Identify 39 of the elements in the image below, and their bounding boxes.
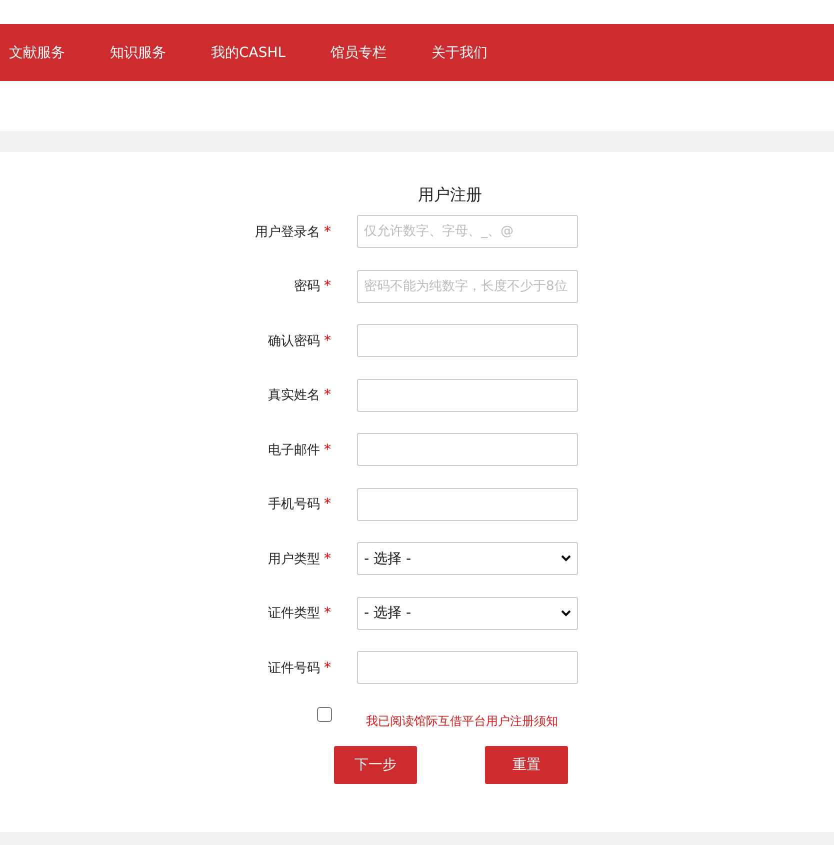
form-title: 用户注册 xyxy=(417,184,483,202)
input-field[interactable] xyxy=(357,378,578,412)
required-mark: * xyxy=(324,224,331,240)
field-label: 电子邮件 xyxy=(268,442,320,458)
required-mark: * xyxy=(324,278,331,294)
required-mark: * xyxy=(324,660,331,676)
field-label: 密码 xyxy=(294,278,320,295)
field-label: 证件类型 xyxy=(268,605,320,622)
select-field[interactable]: - 选择 - xyxy=(357,596,578,630)
nav-link[interactable]: 馆员专栏 xyxy=(330,44,387,62)
select-field[interactable]: - 选择 - xyxy=(357,542,578,575)
input-field[interactable]: 仅允许数字、字母、_、@ xyxy=(357,215,578,248)
required-mark: * xyxy=(324,496,331,512)
nav-link[interactable]: 知识服务 xyxy=(110,44,166,62)
required-mark: * xyxy=(324,442,331,458)
input-field[interactable] xyxy=(357,433,578,466)
input-field[interactable]: 密码不能为纯数字，长度不少于8位 xyxy=(357,270,578,302)
checkbox[interactable] xyxy=(317,707,332,722)
next-button[interactable]: 下一步 xyxy=(334,746,417,784)
input-field[interactable] xyxy=(357,324,578,357)
input-field[interactable] xyxy=(357,488,578,520)
input-field[interactable] xyxy=(357,651,578,684)
field-label: 真实姓名 xyxy=(268,387,320,404)
field-label: 用户登录名 xyxy=(255,224,320,240)
field-label: 手机号码 xyxy=(268,496,320,513)
field-label: 用户类型 xyxy=(268,550,320,568)
chevron-icon xyxy=(561,610,571,616)
nav-link[interactable]: 文献服务 xyxy=(9,44,65,62)
nav-link[interactable]: 关于我们 xyxy=(432,44,488,62)
agreement-link[interactable]: 我已阅读馆际互借平台用户注册须知 xyxy=(366,713,558,730)
reset-button[interactable]: 重置 xyxy=(485,746,568,784)
required-mark: * xyxy=(324,332,331,348)
field-label: 证件号码 xyxy=(268,660,320,676)
nav-link[interactable]: 我的CASHL xyxy=(211,44,286,62)
required-mark: * xyxy=(324,605,331,621)
required-mark: * xyxy=(324,550,331,566)
field-label: 确认密码 xyxy=(268,332,320,350)
required-mark: * xyxy=(324,387,331,403)
chevron-icon xyxy=(561,555,571,562)
